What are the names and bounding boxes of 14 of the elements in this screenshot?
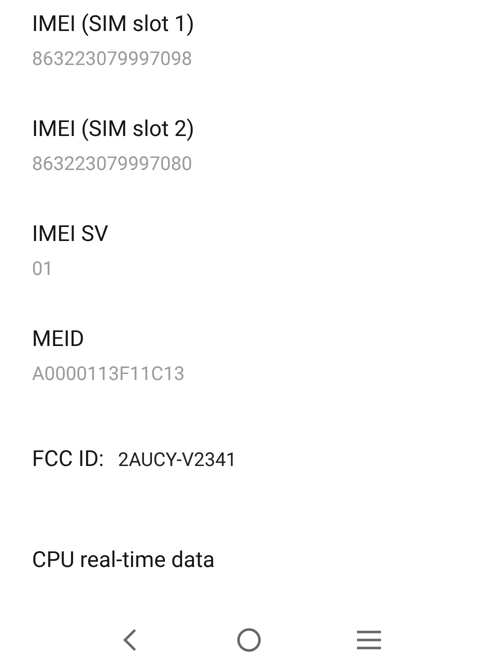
setting-title[interactable]: CPU real-time data [32, 544, 215, 578]
setting-label: IMEI (SIM slot 2) [32, 116, 194, 144]
menu-icon [356, 630, 382, 650]
setting-value: 863223079997080 [32, 151, 192, 177]
setting-value: 863223079997098 [32, 46, 192, 72]
setting-value: 2AUCY-V2341 [118, 447, 237, 473]
back-icon [122, 629, 137, 651]
home-icon [237, 628, 262, 652]
setting-label: FCC ID: [32, 446, 104, 474]
setting-label: IMEI SV [32, 221, 108, 249]
setting-value: 01 [32, 256, 54, 282]
setting-value: A0000113F11C13 [32, 361, 185, 387]
setting-label: IMEI (SIM slot 1) [32, 11, 194, 39]
setting-label: MEID [32, 326, 84, 354]
